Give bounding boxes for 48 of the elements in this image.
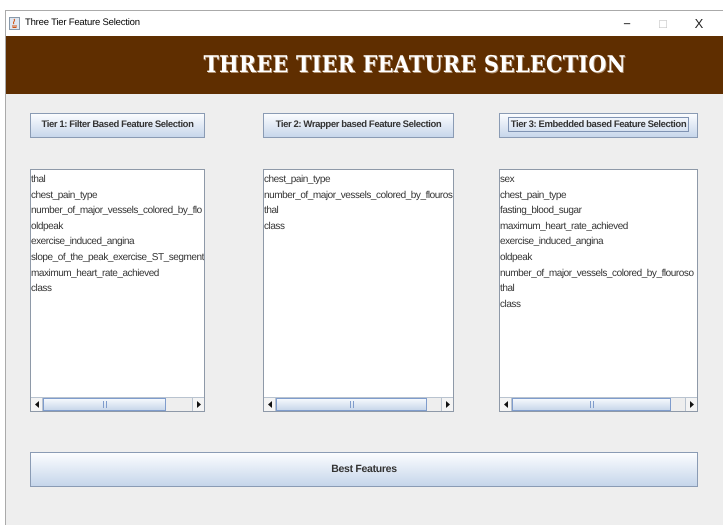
scroll-left-button[interactable] xyxy=(31,398,43,411)
close-button[interactable]: X xyxy=(681,17,717,30)
horizontal-scrollbar[interactable] xyxy=(264,397,453,411)
minimize-button[interactable]: − xyxy=(609,17,645,30)
right-triangle-icon xyxy=(196,401,200,408)
feature-item[interactable]: thal xyxy=(500,281,697,297)
horizontal-scrollbar[interactable] xyxy=(31,397,204,411)
scroll-right-button[interactable] xyxy=(685,398,697,411)
feature-item[interactable]: number_of_major_vessels_colored_by_flo xyxy=(31,203,204,219)
feature-item[interactable]: maximum_heart_rate_achieved xyxy=(500,218,697,234)
feature-item[interactable]: fasting_blood_sugar xyxy=(500,203,697,219)
app-icon xyxy=(9,17,20,30)
tier-button[interactable]: Tier 1: Filter Based Feature Selection xyxy=(30,113,205,138)
feature-item[interactable]: chest_pain_type xyxy=(31,188,204,204)
scrollbar-thumb[interactable] xyxy=(43,398,166,411)
right-triangle-icon xyxy=(690,401,694,408)
horizontal-scrollbar[interactable] xyxy=(500,397,697,411)
tier-button[interactable]: Tier 3: Embedded based Feature Selection xyxy=(499,113,698,138)
feature-item[interactable]: sex xyxy=(500,172,697,188)
feature-item[interactable]: chest_pain_type xyxy=(500,188,697,204)
left-triangle-icon xyxy=(268,401,272,408)
scroll-right-button[interactable] xyxy=(441,398,453,411)
right-triangle-icon xyxy=(446,401,450,408)
feature-item[interactable]: class xyxy=(264,218,453,234)
scrollbar-thumb[interactable] xyxy=(276,398,427,411)
feature-item[interactable]: thal xyxy=(264,203,453,219)
tier-button[interactable]: Tier 2: Wrapper based Feature Selection xyxy=(263,113,454,138)
feature-item[interactable]: exercise_induced_angina xyxy=(31,234,204,250)
feature-item[interactable]: number_of_major_vessels_colored_by_flouroso xyxy=(500,266,697,282)
feature-item[interactable]: oldpeak xyxy=(500,250,697,266)
feature-item[interactable]: maximum_heart_rate_achieved xyxy=(31,266,204,282)
feature-item[interactable]: oldpeak xyxy=(31,218,204,234)
feature-item[interactable]: class xyxy=(31,281,204,297)
scroll-left-button[interactable] xyxy=(264,398,276,411)
feature-item[interactable]: chest_pain_type xyxy=(264,172,453,188)
feature-item[interactable]: slope_of_the_peak_exercise_ST_segment xyxy=(31,250,204,266)
best-features-button[interactable]: Best Features xyxy=(30,452,698,487)
app-heading: THREE TIER FEATURE SELECTION xyxy=(203,50,626,80)
feature-item[interactable]: thal xyxy=(31,172,204,188)
feature-item[interactable]: class xyxy=(500,296,697,312)
window-title: Three Tier Feature Selection xyxy=(25,16,140,30)
feature-item[interactable]: exercise_induced_angina xyxy=(500,234,697,250)
left-triangle-icon xyxy=(34,401,38,408)
left-triangle-icon xyxy=(504,401,508,408)
feature-item[interactable]: number_of_major_vessels_colored_by_flouros xyxy=(264,188,453,204)
scrollbar-thumb[interactable] xyxy=(512,398,671,411)
scroll-right-button[interactable] xyxy=(192,398,204,411)
scroll-left-button[interactable] xyxy=(500,398,512,411)
